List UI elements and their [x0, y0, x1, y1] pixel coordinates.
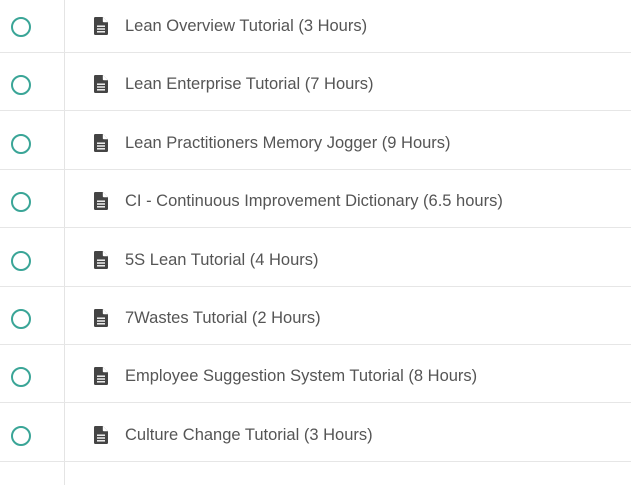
document-icon [94, 309, 108, 327]
completion-status-icon[interactable] [11, 250, 31, 271]
document-icon [94, 75, 108, 94]
lesson-row[interactable]: 7Wastes Tutorial (2 Hours) [0, 292, 631, 345]
document-icon [94, 425, 108, 444]
lesson-row[interactable]: Lean Enterprise Tutorial (7 Hours) [0, 58, 631, 112]
completion-status-icon[interactable] [11, 133, 31, 154]
completion-status-icon[interactable] [11, 367, 31, 388]
completion-status-icon[interactable] [11, 75, 31, 96]
document-icon [94, 367, 108, 386]
lesson-row[interactable]: CI - Continuous Improvement Dictionary (… [0, 175, 631, 229]
document-icon [94, 17, 108, 35]
completion-status-icon[interactable] [11, 309, 31, 329]
lesson-row[interactable]: Lean Practitioners Memory Jogger (9 Hour… [0, 117, 631, 170]
lesson-title[interactable]: Lean Practitioners Memory Jogger (9 Hour… [125, 117, 451, 170]
lesson-title[interactable]: 7Wastes Tutorial (2 Hours) [125, 292, 321, 345]
document-icon [94, 192, 108, 211]
lesson-title[interactable]: Lean Enterprise Tutorial (7 Hours) [125, 58, 374, 111]
lesson-row[interactable]: Culture Change Tutorial (3 Hours) [0, 409, 631, 462]
completion-status-icon[interactable] [11, 17, 31, 37]
lesson-title[interactable]: 5S Lean Tutorial (4 Hours) [125, 234, 319, 287]
lesson-row[interactable]: 5S Lean Tutorial (4 Hours) [0, 234, 631, 287]
lesson-list: Lean Overview Tutorial (3 Hours) Lean Ent… [0, 0, 631, 485]
document-icon [94, 250, 108, 269]
lesson-title[interactable]: Employee Suggestion System Tutorial (8 H… [125, 350, 477, 403]
completion-status-icon[interactable] [11, 425, 31, 446]
lesson-title[interactable]: Culture Change Tutorial (3 Hours) [125, 409, 373, 462]
lesson-title[interactable]: CI - Continuous Improvement Dictionary (… [125, 175, 503, 228]
completion-status-icon[interactable] [11, 192, 31, 213]
lesson-row[interactable]: Employee Suggestion System Tutorial (8 H… [0, 350, 631, 404]
lesson-title[interactable]: Lean Overview Tutorial (3 Hours) [125, 0, 367, 53]
lesson-row[interactable]: Lean Overview Tutorial (3 Hours) [0, 0, 631, 53]
document-icon [94, 133, 108, 152]
